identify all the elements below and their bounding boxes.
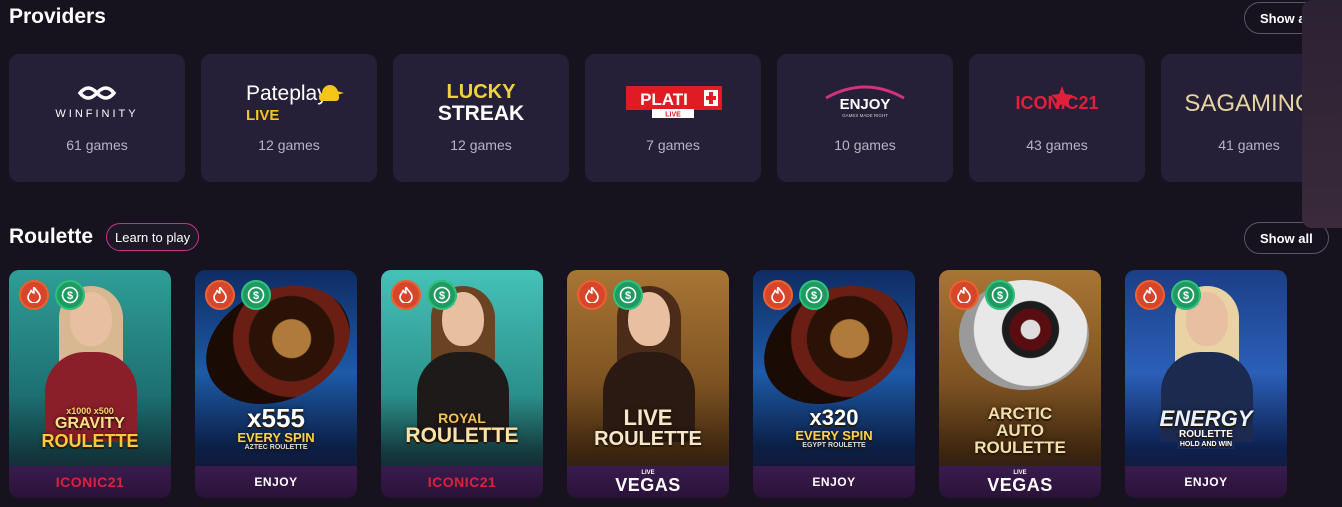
providers-carousel: WINFINITY 61 games Pateplay LIVE 12 game…	[9, 54, 1342, 182]
enjoy-logo: ENJOY GAMES MADE RIGHT	[777, 78, 953, 124]
fire-icon	[391, 280, 421, 310]
svg-text:STREAK: STREAK	[438, 102, 524, 124]
provider-card-winfinity[interactable]: WINFINITY 61 games	[9, 54, 185, 182]
dollar-icon: $	[241, 280, 271, 310]
provider-game-count: 43 games	[1026, 137, 1088, 153]
provider-game-count: 7 games	[646, 137, 700, 153]
svg-text:Pateplay: Pateplay	[246, 82, 328, 105]
dollar-icon: $	[55, 280, 85, 310]
svg-text:ENJOY: ENJOY	[840, 96, 891, 113]
game-title-art: ARCTIC AUTO ROULETTE	[974, 403, 1066, 457]
game-provider-footer: ENJOY	[195, 466, 357, 498]
dollar-icon: $	[613, 280, 643, 310]
game-title-art: ENERGY ROULETTE HOLD AND WIN	[1159, 405, 1253, 449]
iconic21-logo: ICONIC21	[969, 78, 1145, 124]
lucky-streak-logo: LUCKY STREAK	[393, 78, 569, 124]
game-card-live-roulette[interactable]: $ LIVE ROULETTE LIVE VEGAS	[567, 270, 729, 498]
pateplay-logo-mark: Pateplay LIVE	[246, 82, 344, 124]
fire-icon	[577, 280, 607, 310]
game-card-royal-roulette[interactable]: $ ROYAL ROULETTE ICONIC21	[381, 270, 543, 498]
svg-text:LIVE: LIVE	[665, 112, 681, 119]
game-provider-footer: ENJOY	[1125, 466, 1287, 498]
enjoy-logo-mark: ENJOY GAMES MADE RIGHT	[825, 85, 905, 118]
svg-text:$: $	[997, 290, 1003, 302]
provider-game-count: 12 games	[258, 137, 320, 153]
plati-logo: PLATI LIVE	[585, 78, 761, 124]
game-card-egypt-roulette[interactable]: $ x320 EVERY SPIN EGYPT ROULETTE ENJOY	[753, 270, 915, 498]
svg-text:LIVE: LIVE	[246, 107, 279, 124]
provider-card-iconic21[interactable]: ICONIC21 43 games	[969, 54, 1145, 182]
svg-text:LUCKY: LUCKY	[447, 81, 517, 103]
learn-to-play-button[interactable]: Learn to play	[106, 223, 200, 251]
roulette-games-carousel: $ x1000 x500 GRAVITY ROULETTE ICONIC21 $…	[9, 270, 1342, 507]
svg-text:$: $	[625, 290, 631, 302]
provider-game-count: 10 games	[834, 137, 896, 153]
fire-icon	[1135, 280, 1165, 310]
fire-icon	[949, 280, 979, 310]
svg-text:$: $	[67, 290, 73, 302]
game-title-art: x1000 x500 GRAVITY ROULETTE	[41, 405, 139, 451]
provider-card-plati[interactable]: PLATI LIVE 7 games	[585, 54, 761, 182]
game-card-partial[interactable]	[1302, 0, 1342, 228]
svg-text:WINFINITY: WINFINITY	[55, 108, 138, 120]
provider-card-lucky-streak[interactable]: LUCKY STREAK 12 games	[393, 54, 569, 182]
fire-icon	[205, 280, 235, 310]
game-title-art: ROYAL ROULETTE	[405, 409, 519, 447]
provider-game-count: 61 games	[66, 137, 128, 153]
sagaming-logo-mark: SAGAMING	[1184, 90, 1313, 117]
game-title-art: LIVE ROULETTE	[594, 405, 702, 450]
dollar-icon: $	[799, 280, 829, 310]
winfinity-logo: WINFINITY	[9, 78, 185, 124]
game-provider-footer: ENJOY	[753, 466, 915, 498]
game-title-art: x555 EVERY SPIN AZTEC ROULETTE	[237, 403, 315, 451]
dollar-icon: $	[427, 280, 457, 310]
dollar-icon: $	[1171, 280, 1201, 310]
game-provider-footer: ICONIC21	[381, 466, 543, 498]
game-provider-footer: LIVE VEGAS	[939, 466, 1101, 498]
fire-icon	[763, 280, 793, 310]
svg-text:$: $	[811, 290, 817, 302]
svg-text:$: $	[253, 290, 259, 302]
lucky-streak-logo-mark: LUCKY STREAK	[438, 81, 524, 124]
providers-title: Providers	[9, 5, 106, 28]
provider-card-pateplay[interactable]: Pateplay LIVE 12 games	[201, 54, 377, 182]
pateplay-logo: Pateplay LIVE	[201, 78, 377, 124]
roulette-title: Roulette	[9, 225, 93, 248]
plati-logo-mark: PLATI LIVE	[626, 86, 722, 119]
winfinity-logo-mark: WINFINITY	[55, 86, 138, 120]
game-card-arctic-auto-roulette[interactable]: $ ARCTIC AUTO ROULETTE LIVE VEGAS	[939, 270, 1101, 498]
svg-text:PLATI: PLATI	[640, 90, 688, 109]
game-card-aztec-roulette[interactable]: $ x555 EVERY SPIN AZTEC ROULETTE ENJOY	[195, 270, 357, 498]
game-card-gravity-roulette[interactable]: $ x1000 x500 GRAVITY ROULETTE ICONIC21	[9, 270, 171, 498]
svg-text:$: $	[439, 290, 445, 302]
provider-game-count: 12 games	[450, 137, 512, 153]
game-provider-footer: LIVE VEGAS	[567, 466, 729, 498]
svg-text:$: $	[1183, 290, 1189, 302]
dollar-icon: $	[985, 280, 1015, 310]
iconic21-logo-mark: ICONIC21	[1015, 86, 1099, 113]
provider-card-enjoy[interactable]: ENJOY GAMES MADE RIGHT 10 games	[777, 54, 953, 182]
game-provider-footer: ICONIC21	[9, 466, 171, 498]
fire-icon	[19, 280, 49, 310]
game-card-energy-roulette[interactable]: $ ENERGY ROULETTE HOLD AND WIN ENJOY	[1125, 270, 1287, 498]
svg-text:GAMES MADE RIGHT: GAMES MADE RIGHT	[842, 113, 888, 118]
svg-text:SAGAMING: SAGAMING	[1184, 90, 1313, 117]
game-title-art: x320 EVERY SPIN EGYPT ROULETTE	[795, 405, 873, 450]
